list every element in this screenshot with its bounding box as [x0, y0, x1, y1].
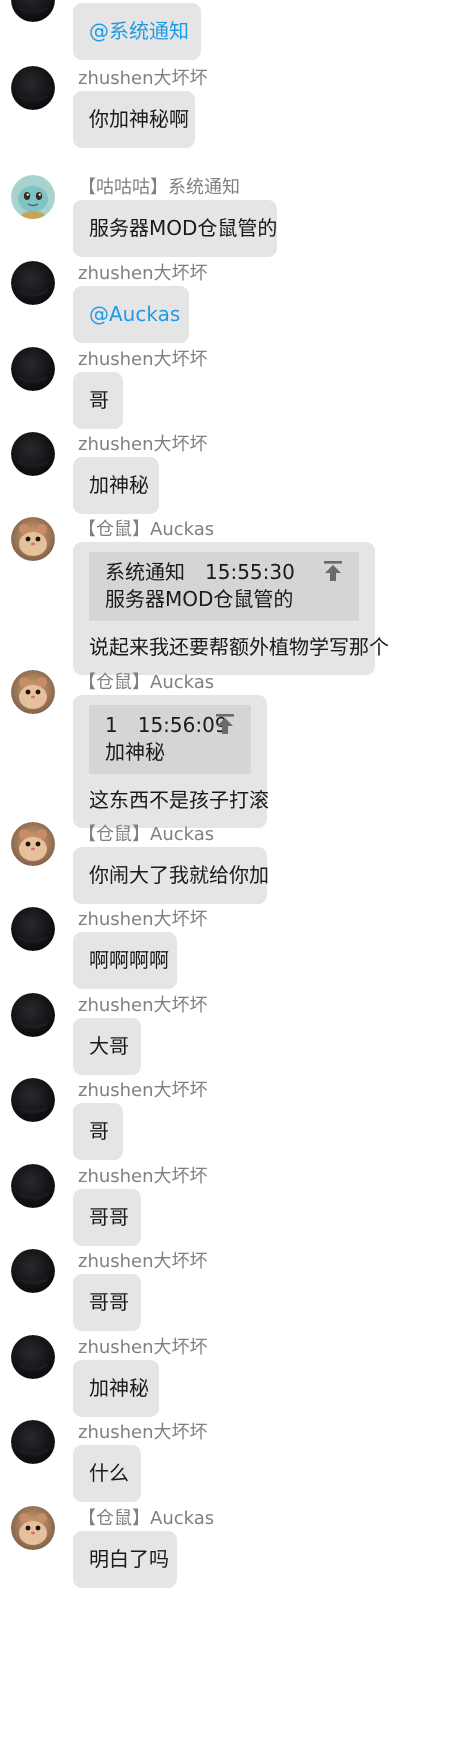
message-bubble[interactable]: 服务器MOD仓鼠管的 [73, 200, 277, 257]
sender-name[interactable]: 【咕咕咕】系统通知 [78, 177, 240, 199]
quoted-message[interactable]: 1 15:56:09 加神秘 [89, 705, 251, 774]
avatar[interactable] [11, 1335, 55, 1379]
avatar[interactable] [11, 1078, 55, 1122]
quote-text: 加神秘 [105, 740, 165, 764]
message-bubble[interactable]: 1 15:56:09 加神秘这东西不是孩子打滚 [73, 695, 269, 828]
avatar[interactable] [11, 1164, 55, 1208]
sender-name[interactable]: 【仓鼠】Auckas [78, 1508, 214, 1530]
quote-text: 服务器MOD仓鼠管的 [105, 587, 294, 611]
mention-link[interactable]: @系统通知 [89, 19, 189, 43]
avatar[interactable] [11, 175, 55, 219]
sender-name[interactable]: 【仓鼠】Auckas [78, 519, 214, 541]
sender-name[interactable]: zhushen大坏坏 [78, 68, 208, 90]
message-text: 服务器MOD仓鼠管的 [89, 216, 278, 240]
sender-name[interactable]: zhushen大坏坏 [78, 1337, 208, 1359]
message-bubble[interactable]: 加神秘 [73, 1360, 159, 1417]
sender-name[interactable]: zhushen大坏坏 [78, 349, 208, 371]
message-bubble[interactable]: 啊啊啊啊 [73, 932, 177, 989]
sender-name[interactable]: 【仓鼠】Auckas [78, 824, 214, 846]
message-text: 大哥 [89, 1034, 129, 1058]
message-bubble[interactable]: 系统通知 15:55:30 服务器MOD仓鼠管的说起来我还要帮额外植物学写那个 [73, 542, 389, 675]
sender-name[interactable]: zhushen大坏坏 [78, 263, 208, 285]
message-bubble[interactable]: 哥 [73, 372, 123, 429]
sender-name[interactable]: zhushen大坏坏 [78, 1080, 208, 1102]
message-bubble[interactable]: 大哥 [73, 1018, 141, 1075]
message-bubble[interactable]: 哥哥 [73, 1189, 141, 1246]
sender-name[interactable]: zhushen大坏坏 [78, 995, 208, 1017]
message-text: 你加神秘啊 [89, 107, 189, 131]
message-bubble[interactable]: 加神秘 [73, 457, 159, 514]
avatar[interactable] [11, 517, 55, 561]
message-text: 你闹大了我就给你加 [89, 863, 269, 887]
message-text: 哥 [89, 388, 109, 412]
avatar[interactable] [11, 0, 55, 22]
quote-sender: 1 [105, 713, 118, 737]
sender-name[interactable]: 【仓鼠】Auckas [78, 672, 214, 694]
message-text: 加神秘 [89, 473, 149, 497]
avatar[interactable] [11, 993, 55, 1037]
avatar[interactable] [11, 66, 55, 110]
jump-to-top-icon[interactable] [323, 560, 343, 582]
message-text: 哥 [89, 1119, 109, 1143]
message-bubble[interactable]: 你加神秘啊 [73, 91, 195, 148]
message-bubble[interactable]: 明白了吗 [73, 1531, 177, 1588]
message-text: 什么 [89, 1461, 129, 1485]
message-bubble[interactable]: @Auckas [73, 286, 189, 343]
message-bubble[interactable]: 哥 [73, 1103, 123, 1160]
message-bubble[interactable]: @系统通知 [73, 3, 201, 60]
sender-name[interactable]: zhushen大坏坏 [78, 434, 208, 456]
message-bubble[interactable]: 你闹大了我就给你加 [73, 847, 269, 904]
avatar[interactable] [11, 261, 55, 305]
avatar[interactable] [11, 907, 55, 951]
sender-name[interactable]: zhushen大坏坏 [78, 1422, 208, 1444]
avatar[interactable] [11, 347, 55, 391]
sender-name[interactable]: zhushen大坏坏 [78, 1251, 208, 1273]
avatar[interactable] [11, 1249, 55, 1293]
message-text: 哥哥 [89, 1205, 129, 1229]
jump-to-top-icon[interactable] [215, 713, 235, 735]
sender-name[interactable]: zhushen大坏坏 [78, 1166, 208, 1188]
message-text: 加神秘 [89, 1376, 149, 1400]
avatar[interactable] [11, 1506, 55, 1550]
avatar[interactable] [11, 670, 55, 714]
message-text: 这东西不是孩子打滚 [89, 788, 269, 812]
quoted-message[interactable]: 系统通知 15:55:30 服务器MOD仓鼠管的 [89, 552, 359, 621]
message-text: 说起来我还要帮额外植物学写那个 [89, 635, 389, 659]
message-bubble[interactable]: 什么 [73, 1445, 141, 1502]
avatar[interactable] [11, 1420, 55, 1464]
quote-header: 系统通知 15:55:30 [105, 559, 343, 586]
avatar[interactable] [11, 822, 55, 866]
message-text: 啊啊啊啊 [89, 948, 169, 972]
quote-sender: 系统通知 [105, 560, 185, 584]
message-text: 哥哥 [89, 1290, 129, 1314]
message-bubble[interactable]: 哥哥 [73, 1274, 141, 1331]
avatar[interactable] [11, 432, 55, 476]
quote-time: 15:55:30 [205, 560, 295, 584]
message-text: 明白了吗 [89, 1547, 169, 1571]
sender-name[interactable]: zhushen大坏坏 [78, 909, 208, 931]
mention-link[interactable]: @Auckas [89, 302, 180, 326]
